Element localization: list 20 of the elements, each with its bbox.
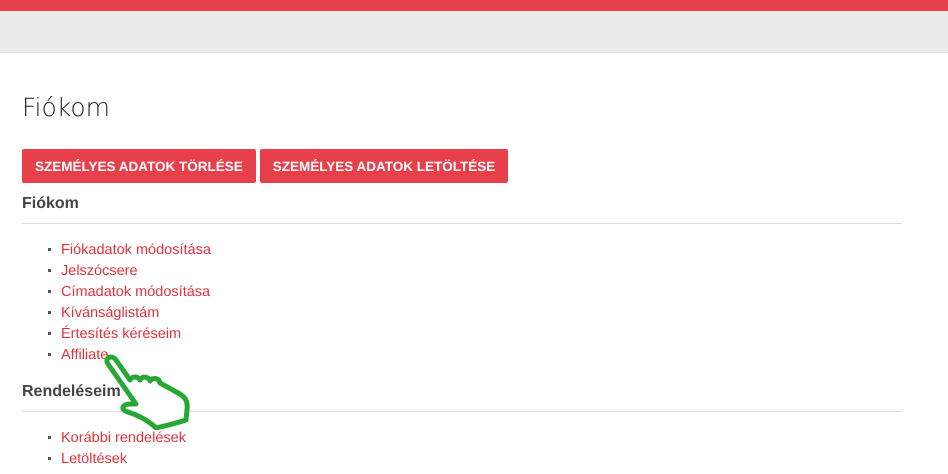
account-link[interactable]: Jelszócsere [61,262,138,278]
bullet-icon [48,269,51,272]
account-link[interactable]: Korábbi rendelések [61,430,186,446]
bullet-icon [48,311,51,314]
action-button[interactable]: SZEMÉLYES ADATOK LETÖLTÉSE [260,149,508,183]
action-button[interactable]: SZEMÉLYES ADATOK TÖRLÉSE [22,149,256,183]
account-link[interactable]: Affiliate [61,346,108,362]
account-link[interactable]: Fiókadatok módosítása [61,242,211,258]
account-link[interactable]: Letöltések [61,450,128,466]
account-link[interactable]: Értesítés kéréseim [61,326,182,342]
bullet-icon [48,290,51,293]
section-heading: Fiókom [22,193,902,224]
account-link[interactable]: Címadatok módosítása [61,284,210,300]
page-title: Fiókom [22,93,112,123]
bullet-icon [48,436,51,439]
bullet-icon [48,332,51,335]
bullet-icon [48,353,51,356]
account-link[interactable]: Kívánságlistám [61,304,160,320]
bullet-icon [48,248,51,251]
bullet-icon [48,457,51,460]
